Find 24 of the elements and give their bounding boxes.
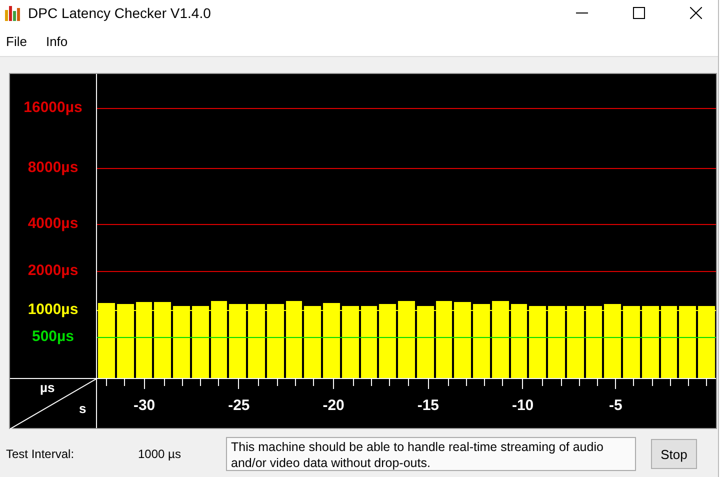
status-message: This machine should be able to handle real-time streaming of audio and/or video data without drop-outs. xyxy=(226,437,636,471)
y-axis-label: 16000µs xyxy=(22,100,84,116)
x-axis-label: -5 xyxy=(609,397,622,414)
x-axis-label: -10 xyxy=(512,397,534,414)
y-unit-label: µs xyxy=(40,380,55,395)
y-axis-label: 500µs xyxy=(30,328,75,345)
menu-item[interactable]: Info xyxy=(46,34,68,48)
x-axis-label: -30 xyxy=(133,397,156,414)
close-icon[interactable] xyxy=(690,7,702,19)
interval-label: Test Interval: xyxy=(6,447,76,461)
bar-chart-icon xyxy=(4,5,20,21)
stop-button[interactable]: Stop xyxy=(651,439,697,469)
maximize-icon[interactable] xyxy=(633,7,645,19)
x-axis-label: -25 xyxy=(228,397,250,414)
x-unit-label: s xyxy=(79,401,86,416)
y-axis-label: 2000µs xyxy=(26,262,80,279)
menu-item[interactable]: File xyxy=(6,34,27,48)
y-axis-label: 1000µs xyxy=(26,302,80,318)
interval-value: 1000 µs xyxy=(138,447,182,461)
y-axis-label: 4000µs xyxy=(26,216,80,232)
window-title: DPC Latency Checker V1.4.0 xyxy=(28,5,211,21)
x-axis-label: -15 xyxy=(417,397,440,414)
x-axis-label: -20 xyxy=(322,397,344,414)
y-axis-label: 8000µs xyxy=(26,160,80,176)
